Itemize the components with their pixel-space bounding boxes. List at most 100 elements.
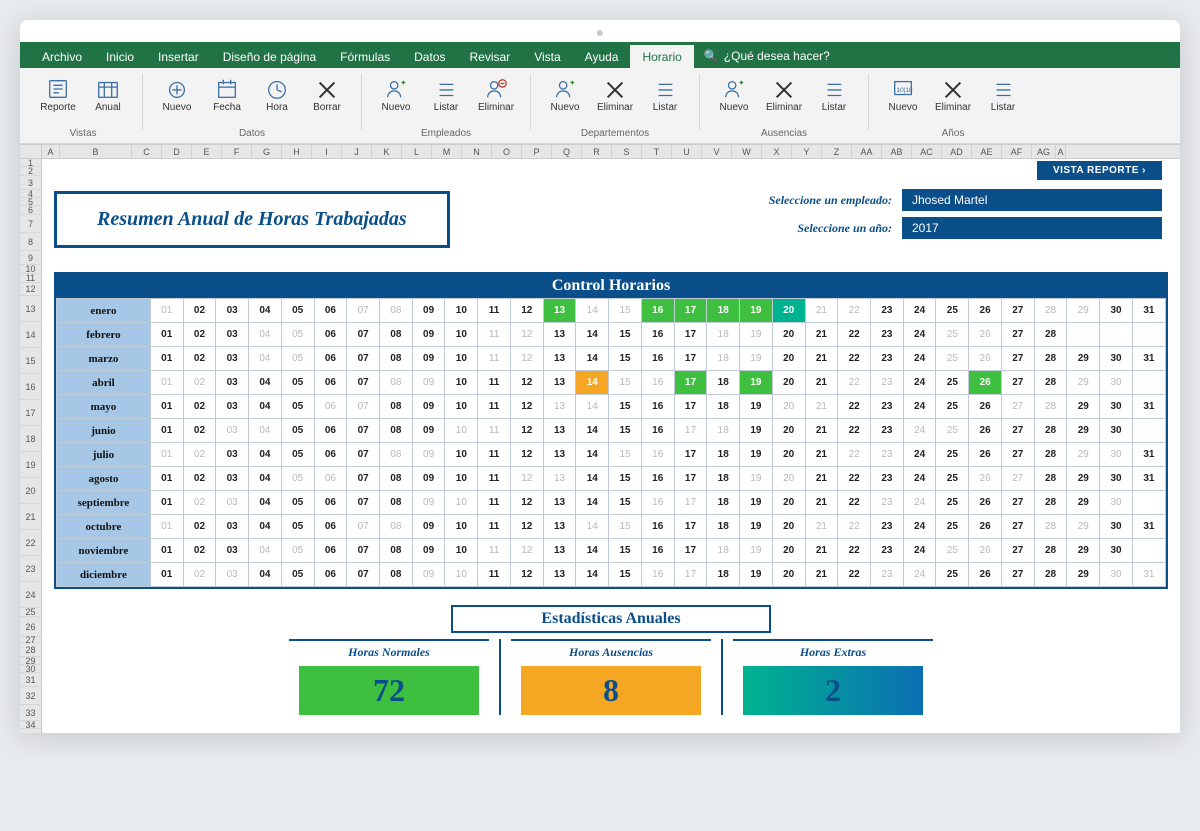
- day-cell[interactable]: 23: [871, 347, 904, 371]
- day-cell[interactable]: [1132, 323, 1165, 347]
- day-cell[interactable]: 01: [150, 395, 183, 419]
- day-cell[interactable]: 11: [478, 371, 511, 395]
- day-cell[interactable]: 07: [347, 347, 380, 371]
- col-header[interactable]: S: [612, 145, 642, 158]
- day-cell[interactable]: 23: [871, 539, 904, 563]
- ribbon-fecha-button[interactable]: Fecha: [203, 74, 251, 126]
- day-cell[interactable]: 14: [576, 395, 609, 419]
- day-cell[interactable]: 28: [1034, 539, 1067, 563]
- day-cell[interactable]: 24: [903, 539, 936, 563]
- day-cell[interactable]: 21: [805, 371, 838, 395]
- day-cell[interactable]: 25: [936, 467, 969, 491]
- day-cell[interactable]: 02: [183, 299, 216, 323]
- day-cell[interactable]: 27: [1001, 323, 1034, 347]
- day-cell[interactable]: 19: [740, 443, 773, 467]
- day-cell[interactable]: 26: [969, 563, 1002, 587]
- day-cell[interactable]: 21: [805, 419, 838, 443]
- day-cell[interactable]: 19: [740, 395, 773, 419]
- day-cell[interactable]: 17: [674, 395, 707, 419]
- day-cell[interactable]: 18: [707, 491, 740, 515]
- day-cell[interactable]: 29: [1067, 299, 1100, 323]
- day-cell[interactable]: 21: [805, 515, 838, 539]
- day-cell[interactable]: 20: [772, 395, 805, 419]
- day-cell[interactable]: 12: [510, 515, 543, 539]
- col-header[interactable]: A: [1056, 145, 1066, 158]
- day-cell[interactable]: [1067, 323, 1100, 347]
- day-cell[interactable]: 29: [1067, 491, 1100, 515]
- day-cell[interactable]: 15: [609, 443, 642, 467]
- day-cell[interactable]: 31: [1132, 443, 1165, 467]
- row-header[interactable]: 6: [20, 206, 41, 215]
- day-cell[interactable]: 18: [707, 347, 740, 371]
- col-header[interactable]: F: [222, 145, 252, 158]
- row-header[interactable]: 24: [20, 582, 41, 608]
- ribbon-eliminar-aus-button[interactable]: Eliminar: [760, 74, 808, 126]
- day-cell[interactable]: 20: [772, 371, 805, 395]
- row-header[interactable]: 34: [20, 721, 41, 729]
- tell-me-search[interactable]: 🔍¿Qué desea hacer?: [694, 44, 840, 68]
- day-cell[interactable]: 19: [740, 515, 773, 539]
- day-cell[interactable]: 16: [641, 371, 674, 395]
- row-header[interactable]: 2: [20, 167, 41, 176]
- day-cell[interactable]: 12: [510, 419, 543, 443]
- select-all-corner[interactable]: [20, 145, 42, 158]
- day-cell[interactable]: 30: [1100, 371, 1133, 395]
- day-cell[interactable]: 31: [1132, 515, 1165, 539]
- row-header[interactable]: 32: [20, 687, 41, 705]
- day-cell[interactable]: 26: [969, 539, 1002, 563]
- day-cell[interactable]: 12: [510, 443, 543, 467]
- day-cell[interactable]: 04: [249, 491, 282, 515]
- menu-vista[interactable]: Vista: [522, 45, 572, 68]
- day-cell[interactable]: 23: [871, 467, 904, 491]
- day-cell[interactable]: 27: [1001, 563, 1034, 587]
- day-cell[interactable]: 26: [969, 347, 1002, 371]
- day-cell[interactable]: 20: [772, 491, 805, 515]
- day-cell[interactable]: 31: [1132, 563, 1165, 587]
- day-cell[interactable]: 09: [412, 491, 445, 515]
- day-cell[interactable]: 27: [1001, 371, 1034, 395]
- day-cell[interactable]: 12: [510, 371, 543, 395]
- day-cell[interactable]: 17: [674, 419, 707, 443]
- day-cell[interactable]: 25: [936, 539, 969, 563]
- day-cell[interactable]: 01: [150, 419, 183, 443]
- day-cell[interactable]: 14: [576, 347, 609, 371]
- day-cell[interactable]: 09: [412, 563, 445, 587]
- day-cell[interactable]: 18: [707, 395, 740, 419]
- day-cell[interactable]: 30: [1100, 467, 1133, 491]
- day-cell[interactable]: 10: [445, 371, 478, 395]
- day-cell[interactable]: 22: [838, 539, 871, 563]
- employee-select[interactable]: Jhosed Martel: [902, 189, 1162, 211]
- day-cell[interactable]: 29: [1067, 443, 1100, 467]
- day-cell[interactable]: 20: [772, 347, 805, 371]
- day-cell[interactable]: 05: [281, 299, 314, 323]
- col-header[interactable]: AG: [1032, 145, 1056, 158]
- day-cell[interactable]: 19: [740, 299, 773, 323]
- ribbon-nuevo-ano-button[interactable]: 10|18Nuevo: [879, 74, 927, 126]
- day-cell[interactable]: 21: [805, 323, 838, 347]
- day-cell[interactable]: 09: [412, 539, 445, 563]
- day-cell[interactable]: 17: [674, 515, 707, 539]
- day-cell[interactable]: 06: [314, 371, 347, 395]
- day-cell[interactable]: 18: [707, 443, 740, 467]
- day-cell[interactable]: 24: [903, 491, 936, 515]
- row-header[interactable]: 22: [20, 530, 41, 556]
- day-cell[interactable]: 19: [740, 539, 773, 563]
- day-cell[interactable]: 05: [281, 515, 314, 539]
- day-cell[interactable]: 08: [380, 443, 413, 467]
- day-cell[interactable]: 28: [1034, 443, 1067, 467]
- day-cell[interactable]: 03: [216, 323, 249, 347]
- col-header[interactable]: W: [732, 145, 762, 158]
- day-cell[interactable]: 03: [216, 563, 249, 587]
- day-cell[interactable]: 14: [576, 515, 609, 539]
- day-cell[interactable]: 14: [576, 299, 609, 323]
- day-cell[interactable]: 15: [609, 347, 642, 371]
- day-cell[interactable]: 10: [445, 563, 478, 587]
- day-cell[interactable]: 01: [150, 539, 183, 563]
- day-cell[interactable]: 20: [772, 467, 805, 491]
- day-cell[interactable]: 18: [707, 419, 740, 443]
- day-cell[interactable]: 06: [314, 395, 347, 419]
- ribbon-listar-ano-button[interactable]: Listar: [979, 74, 1027, 126]
- day-cell[interactable]: 25: [936, 443, 969, 467]
- day-cell[interactable]: 31: [1132, 395, 1165, 419]
- day-cell[interactable]: 02: [183, 371, 216, 395]
